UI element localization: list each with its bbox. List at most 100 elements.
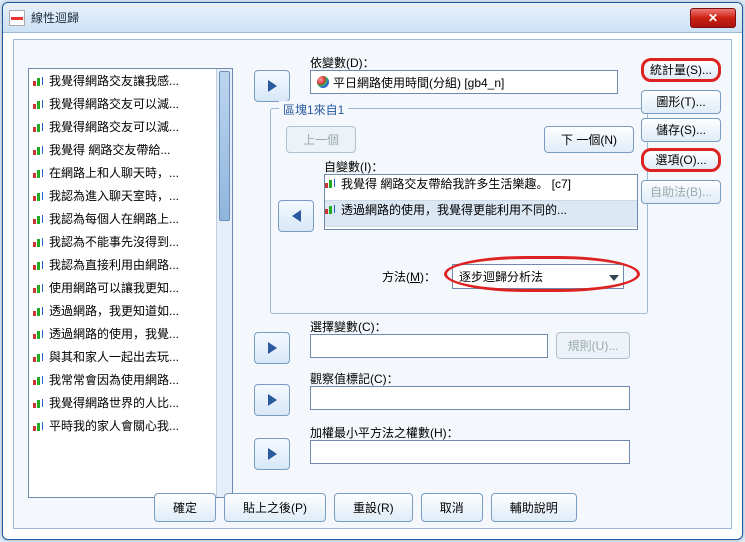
list-item[interactable]: 我覺得 網路交友帶給... [29,138,232,161]
dependent-label: 依變數(D)： [310,54,375,71]
move-to-wls-button[interactable] [254,438,290,470]
list-item[interactable]: 我覺得網路交友可以減... [29,92,232,115]
method-combo[interactable]: 逐步迴歸分析法 [452,264,624,289]
list-item-label: 我覺得網路世界的人比... [49,394,179,411]
list-item-label: 我覺得網路交友可以減... [49,95,179,112]
wls-field[interactable] [310,440,630,464]
scale-icon [33,191,45,201]
list-item[interactable]: 我認為進入聊天室時，... [29,184,232,207]
list-item[interactable]: 與其和家人一起出去玩... [29,345,232,368]
list-item[interactable]: 平時我的家人會關心我... [29,414,232,437]
scale-icon [325,178,337,188]
method-value: 逐步迴歸分析法 [459,270,543,284]
move-to-dependent-button[interactable] [254,70,290,102]
list-item[interactable]: 我認為直接利用由網路... [29,253,232,276]
scale-icon [33,99,45,109]
list-item[interactable]: 我認為每個人在網路上... [29,207,232,230]
dependent-value: 平日網路使用時間(分組) [gb4_n] [333,74,504,91]
rule-button: 規則(U)... [556,332,630,359]
list-item[interactable]: 我覺得 網路交友帶給我許多生活樂趣。 [c7] [325,175,637,201]
independent-label: 自變數(I)： [324,158,383,175]
scale-icon [33,214,45,224]
list-item-label: 與其和家人一起出去玩... [49,348,179,365]
arrow-right-icon [268,342,277,354]
plots-button[interactable]: 圖形(T)... [641,90,721,114]
case-label-field[interactable] [310,386,630,410]
list-item-label: 我覺得網路交友讓我感... [49,72,179,89]
help-button[interactable]: 輔助說明 [491,493,577,522]
scale-icon [33,283,45,293]
ok-button[interactable]: 確定 [154,493,216,522]
list-item-label: 我認為每個人在網路上... [49,210,179,227]
scrollbar[interactable] [216,69,232,497]
dialog-body: 我覺得網路交友讓我感... 我覺得網路交友可以減... 我覺得網路交友可以減... 我… [13,39,732,529]
list-item[interactable]: 我認為不能事先沒得到... [29,230,232,253]
app-icon [9,10,25,26]
titlebar: 線性迴歸 ✕ [3,3,742,33]
source-variable-list[interactable]: 我覺得網路交友讓我感... 我覺得網路交友可以減... 我覺得網路交友可以減... 我… [28,68,233,498]
options-button[interactable]: 選項(O)... [641,148,721,172]
arrow-right-icon [268,448,277,460]
scale-icon [33,260,45,270]
list-item[interactable]: 在網路上和人聊天時，... [29,161,232,184]
list-item[interactable]: 透過網路的使用，我覺得更能利用不同的... [325,201,637,227]
list-item[interactable]: 透過網路，我更知道如... [29,299,232,322]
list-item-label: 在網路上和人聊天時，... [49,164,179,181]
paste-button[interactable]: 貼上之後(P) [224,493,326,522]
arrow-right-icon [268,394,277,406]
list-item-label: 我覺得 網路交友帶給... [49,141,170,158]
nominal-icon [317,76,329,88]
selection-var-field[interactable] [310,334,548,358]
save-button[interactable]: 儲存(S)... [641,118,721,142]
scale-icon [33,168,45,178]
scroll-thumb[interactable] [219,71,230,221]
move-to-selection-button[interactable] [254,332,290,364]
window-title: 線性迴歸 [31,9,690,26]
wls-label: 加權最小平方法之權數(H)： [310,424,459,441]
scale-icon [33,398,45,408]
close-button[interactable]: ✕ [690,8,736,28]
independent-list[interactable]: 我覺得 網路交友帶給我許多生活樂趣。 [c7] 透過網路的使用，我覺得更能利用不同… [324,174,638,230]
move-to-independent-button[interactable] [278,200,314,232]
list-item-label: 透過網路的使用，我覺... [49,325,179,342]
next-block-button[interactable]: 下 一個(N) [544,126,634,153]
scale-icon [325,204,337,214]
list-item-label: 透過網路的使用，我覺得更能利用不同的... [341,203,567,217]
scale-icon [33,76,45,86]
list-item[interactable]: 我覺得網路交友可以減... [29,115,232,138]
move-to-caselabel-button[interactable] [254,384,290,416]
scale-icon [33,352,45,362]
list-item[interactable]: 我覺得網路交友讓我感... [29,69,232,92]
list-item-label: 平時我的家人會關心我... [49,417,179,434]
scale-icon [33,145,45,155]
method-label: 方法(M)： [382,268,436,285]
list-item[interactable]: 使用網路可以讓我更知... [29,276,232,299]
bottom-button-row: 確定 貼上之後(P) 重設(R) 取消 輔助說明 [154,493,577,522]
list-item-label: 使用網路可以讓我更知... [49,279,179,296]
scale-icon [33,329,45,339]
list-item-label: 我覺得網路交友可以減... [49,118,179,135]
list-item[interactable]: 我覺得網路世界的人比... [29,391,232,414]
list-item-label: 我覺得 網路交友帶給我許多生活樂趣。 [c7] [341,177,571,191]
dependent-field[interactable]: 平日網路使用時間(分組) [gb4_n] [310,70,618,94]
reset-button[interactable]: 重設(R) [334,493,413,522]
cancel-button[interactable]: 取消 [421,493,483,522]
arrow-right-icon [268,80,277,92]
scale-icon [33,306,45,316]
list-item-label: 我認為不能事先沒得到... [49,233,179,250]
bootstrap-button: 自助法(B)... [641,180,721,204]
list-item-label: 我認為進入聊天室時，... [49,187,179,204]
selection-var-label: 選擇變數(C)： [310,318,387,335]
list-item-label: 我認為直接利用由網路... [49,256,179,273]
case-label-label: 觀察值標記(C)： [310,370,399,387]
list-item[interactable]: 透過網路的使用，我覺... [29,322,232,345]
list-item[interactable]: 我常常會因為使用網路... [29,368,232,391]
scale-icon [33,375,45,385]
scale-icon [33,122,45,132]
previous-block-button: 上一個 [286,126,356,153]
list-item-label: 透過網路，我更知道如... [49,302,179,319]
statistics-button[interactable]: 統計量(S)... [641,58,721,82]
list-item-label: 我常常會因為使用網路... [49,371,179,388]
dialog-window: 線性迴歸 ✕ 我覺得網路交友讓我感...我覺得網路交友可以減...我覺得網路交友… [2,2,743,540]
scale-icon [33,421,45,431]
